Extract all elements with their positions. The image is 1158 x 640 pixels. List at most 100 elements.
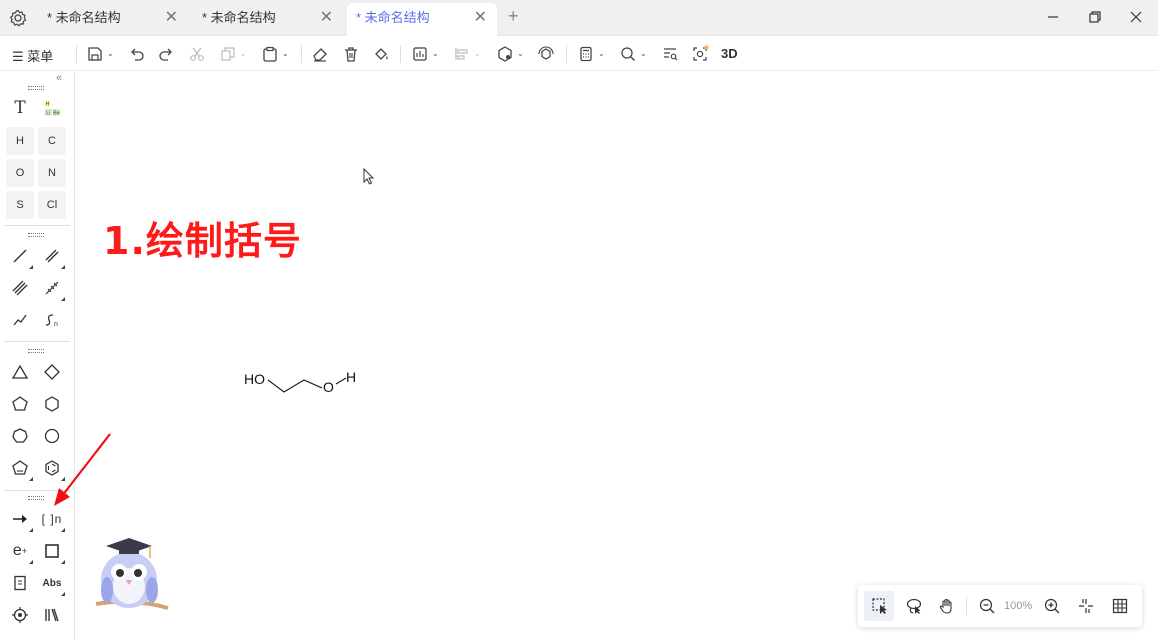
chevron-down-icon[interactable]: ⌄ <box>432 49 439 58</box>
chain-icon <box>13 314 27 326</box>
grid-icon[interactable] <box>1111 597 1129 615</box>
close-icon[interactable]: ✕ <box>474 3 487 33</box>
element-n-button[interactable]: N <box>38 159 66 187</box>
chevron-down-icon[interactable]: ⌄ <box>640 49 647 58</box>
element-c-button[interactable]: C <box>38 127 66 155</box>
single-bond-button[interactable] <box>6 242 34 270</box>
rotate-structure-icon[interactable] <box>537 45 555 63</box>
tab-structure-1[interactable]: * 未命名结构 ✕ <box>38 3 188 33</box>
add-tab-icon[interactable]: + <box>508 6 519 27</box>
hashed-bond-button[interactable] <box>38 274 66 302</box>
locate-tool-button[interactable] <box>6 601 34 629</box>
divider <box>966 597 967 615</box>
restore-icon[interactable] <box>1086 8 1104 26</box>
settings-icon[interactable] <box>8 8 28 28</box>
text-tool-button[interactable]: T <box>6 94 34 122</box>
molecule-ethylene-glycol[interactable]: HO O H <box>240 364 370 400</box>
chevron-down-icon[interactable]: ⌄ <box>282 49 289 58</box>
select-cursor-icon[interactable] <box>871 597 889 615</box>
image-export-icon[interactable] <box>411 45 429 63</box>
drag-handle[interactable] <box>28 86 44 90</box>
align-icon[interactable] <box>453 45 471 63</box>
arrow-tool-button[interactable] <box>6 505 34 533</box>
diamond-icon <box>44 364 60 380</box>
tab-structure-3[interactable]: * 未命名结构 ✕ <box>347 3 497 36</box>
close-window-icon[interactable] <box>1127 8 1145 26</box>
template-tool-button[interactable] <box>6 569 34 597</box>
heptagon-icon <box>12 428 28 443</box>
abs-label: Abs <box>42 577 62 589</box>
chevron-down-icon[interactable]: ⌄ <box>517 49 524 58</box>
center-view-icon[interactable] <box>1077 597 1095 615</box>
eraser-icon[interactable] <box>311 45 329 63</box>
find-list-icon[interactable] <box>661 45 679 63</box>
copy-icon[interactable] <box>219 45 237 63</box>
menu-button[interactable]: ☰ 菜单 <box>12 46 53 65</box>
image-recognition-icon[interactable] <box>691 45 709 63</box>
periodic-table-icon: H Li Be <box>44 100 61 116</box>
element-o-button[interactable]: O <box>6 159 34 187</box>
svg-text:Be: Be <box>53 110 60 116</box>
close-icon[interactable]: ✕ <box>320 3 333 33</box>
lasso-icon[interactable] <box>905 597 923 615</box>
element-cl-button[interactable]: Cl <box>38 191 66 219</box>
shape-tool-button[interactable] <box>38 537 66 565</box>
paint-bucket-icon[interactable] <box>372 45 390 63</box>
charge-tool-button[interactable]: e + <box>6 537 34 565</box>
minimize-icon[interactable] <box>1044 8 1062 26</box>
chevron-down-icon[interactable]: ⌄ <box>474 49 481 58</box>
zoom-in-icon[interactable] <box>1043 597 1061 615</box>
cut-icon[interactable] <box>188 45 206 63</box>
zoom-out-icon[interactable] <box>978 597 996 615</box>
atom-h-label: H <box>346 369 356 385</box>
cyclopentadiene-button[interactable] <box>6 454 34 482</box>
view-controls: 100% <box>858 585 1142 627</box>
paste-icon[interactable] <box>261 45 279 63</box>
tool-sidebar: « T H Li Be H C O N S Cl n [ ]n e + Abs <box>0 72 75 640</box>
drawing-canvas[interactable] <box>76 72 1158 640</box>
pentagon-icon <box>12 396 28 411</box>
zoom-level: 100% <box>1004 600 1033 612</box>
pan-hand-icon[interactable] <box>938 597 956 615</box>
drag-handle[interactable] <box>28 496 44 500</box>
chevron-down-icon[interactable]: ⌄ <box>598 49 605 58</box>
collapse-sidebar-icon[interactable]: « <box>56 72 62 84</box>
main-toolbar: ☰ 菜单 ⌄ ⌄ ⌄ ⌄ ⌄ ⌄ ⌄ ⌄ 3D <box>0 37 1158 71</box>
triangle-ring-button[interactable] <box>6 358 34 386</box>
annotation-arrow-icon <box>54 433 111 506</box>
heptagon-ring-button[interactable] <box>6 422 34 450</box>
atom-ho-label: HO <box>244 371 265 387</box>
tab-structure-2[interactable]: * 未命名结构 ✕ <box>193 3 343 33</box>
square-ring-button[interactable] <box>38 358 66 386</box>
instruction-heading: 1.绘制括号 <box>103 219 302 263</box>
save-icon[interactable] <box>86 45 104 63</box>
periodic-table-button[interactable]: H Li Be <box>38 94 66 122</box>
curve-n-icon: n <box>45 314 58 328</box>
close-icon[interactable]: ✕ <box>165 3 178 33</box>
calculator-icon[interactable] <box>577 45 595 63</box>
pentagon-ring-button[interactable] <box>6 390 34 418</box>
abs-stereo-button[interactable]: Abs <box>38 569 66 597</box>
target-icon <box>12 607 28 623</box>
element-s-button[interactable]: S <box>6 191 34 219</box>
structure-clean-icon[interactable] <box>496 45 514 63</box>
triple-bond-icon <box>12 280 28 296</box>
element-h-button[interactable]: H <box>6 127 34 155</box>
triple-bond-button[interactable] <box>6 274 34 302</box>
drag-handle[interactable] <box>28 349 44 353</box>
divider <box>566 45 567 63</box>
delete-icon[interactable] <box>342 45 360 63</box>
double-bond-button[interactable] <box>38 242 66 270</box>
curve-n-button[interactable]: n <box>38 306 66 334</box>
hexagon-ring-button[interactable] <box>38 390 66 418</box>
undo-icon[interactable] <box>128 45 146 63</box>
redo-icon[interactable] <box>157 45 175 63</box>
drag-handle[interactable] <box>28 233 44 237</box>
search-icon[interactable] <box>619 45 637 63</box>
chevron-down-icon[interactable]: ⌄ <box>240 49 247 58</box>
chain-tool-button[interactable] <box>6 306 34 334</box>
chevron-down-icon[interactable]: ⌄ <box>107 49 114 58</box>
library-tool-button[interactable] <box>38 601 66 629</box>
3d-view-button[interactable]: 3D <box>721 45 745 63</box>
divider <box>76 45 77 63</box>
